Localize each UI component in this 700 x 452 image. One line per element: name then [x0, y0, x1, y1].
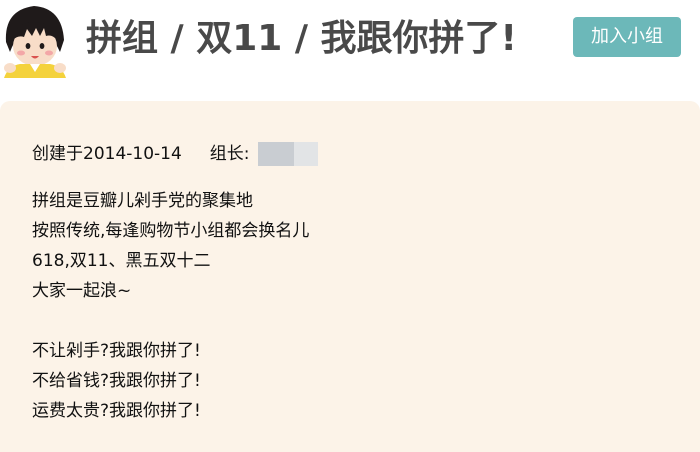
intro-line: 不让剁手?我跟你拼了!	[32, 341, 201, 361]
group-avatar[interactable]	[0, 0, 68, 78]
created-date: 创建于2014-10-14	[32, 144, 182, 164]
group-intro: 拼组是豆瓣儿剁手党的聚集地 按照传统,每逢购物节小组都会换名儿 618,双11、…	[32, 186, 309, 426]
group-info-panel: 创建于2014-10-14 组长: 拼组是豆瓣儿剁手党的聚集地 按照传统,每逢购物…	[0, 101, 700, 452]
intro-line: 大家一起浪~	[32, 281, 132, 301]
intro-line: 不给省钱?我跟你拼了!	[32, 371, 201, 391]
intro-line: 按照传统,每逢购物节小组都会换名儿	[32, 221, 310, 241]
leader-name-redacted[interactable]	[257, 142, 318, 166]
group-meta: 创建于2014-10-14 组长:	[32, 142, 318, 166]
leader-label: 组长:	[209, 144, 250, 164]
join-group-button[interactable]: 加入小组	[573, 17, 681, 57]
intro-line: 拼组是豆瓣儿剁手党的聚集地	[32, 191, 253, 211]
intro-gap	[32, 306, 309, 336]
intro-line: 运费太贵?我跟你拼了!	[32, 401, 201, 421]
group-header: 拼组 / 双11 / 我跟你拼了! 加入小组	[0, 0, 700, 100]
group-title: 拼组 / 双11 / 我跟你拼了!	[86, 18, 517, 59]
intro-line: 618,双11、黑五双十二	[32, 251, 211, 271]
